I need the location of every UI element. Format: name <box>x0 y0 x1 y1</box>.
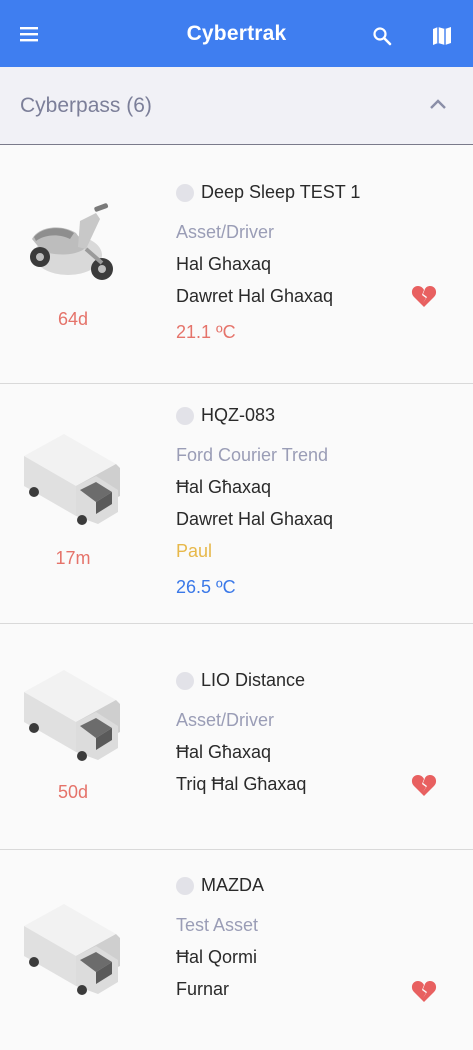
asset-name-row: HQZ-083 <box>176 405 275 426</box>
last-seen-age: 64d <box>57 309 89 329</box>
group-header-cyberpass[interactable]: Cyberpass (6) <box>0 67 473 145</box>
asset-locality: Ħal Għaxaq <box>176 477 272 497</box>
asset-name: HQZ-083 <box>201 405 276 425</box>
last-seen-age: 17m <box>55 548 91 568</box>
map-icon[interactable] <box>431 26 453 46</box>
group-label: Cyberpass (6) <box>20 94 152 117</box>
asset-street: Dawret Hal Ghaxaq <box>176 509 334 529</box>
status-dot <box>176 876 194 895</box>
asset-subtitle: Test Asset <box>176 915 259 935</box>
asset-name-row: MAZDA <box>176 875 264 896</box>
asset-subtitle: Ford Courier Trend <box>176 445 329 465</box>
asset-name: Deep Sleep TEST 1 <box>201 182 361 202</box>
truck-icon <box>24 434 120 525</box>
status-dot <box>176 671 194 690</box>
broken-heart-icon <box>411 775 437 796</box>
asset-name: LIO Distance <box>201 670 306 690</box>
truck-icon <box>24 904 120 995</box>
asset-temperature: 21.1 ºC <box>176 322 236 342</box>
list-item[interactable]: 64d Deep Sleep TEST 1 Asset/Driver Hal G… <box>0 145 473 384</box>
truck-icon <box>24 670 120 761</box>
chevron-up-icon[interactable] <box>428 97 448 111</box>
asset-driver: Paul <box>176 541 213 561</box>
list-item[interactable]: 17m HQZ-083 Ford Courier Trend Ħal Għaxa… <box>0 384 473 624</box>
asset-name: MAZDA <box>201 875 264 895</box>
asset-subtitle: Asset/Driver <box>176 222 275 242</box>
asset-locality: Ħal Għaxaq <box>176 742 272 762</box>
search-icon[interactable] <box>372 26 392 46</box>
last-seen-age: 50d <box>57 782 89 802</box>
asset-name-row: Deep Sleep TEST 1 <box>176 182 360 203</box>
asset-street: Triq Ħal Għaxaq <box>176 774 307 794</box>
broken-heart-icon <box>411 286 437 307</box>
list-item[interactable]: MAZDA Test Asset Ħal Qormi Furnar <box>0 850 473 1050</box>
asset-street: Dawret Hal Ghaxaq <box>176 286 334 306</box>
list-item[interactable]: 50d LIO Distance Asset/Driver Ħal Għaxaq… <box>0 624 473 850</box>
status-dot <box>176 406 194 425</box>
app-bar: Cybertrak <box>0 0 473 67</box>
scooter-icon <box>30 203 113 280</box>
asset-temperature: 26.5 ºC <box>176 577 236 597</box>
asset-locality: Ħal Qormi <box>176 947 258 967</box>
app-title: Cybertrak <box>186 22 287 45</box>
asset-subtitle: Asset/Driver <box>176 710 275 730</box>
asset-street: Furnar <box>176 979 230 999</box>
asset-locality: Hal Ghaxaq <box>176 254 272 274</box>
status-dot <box>176 183 194 202</box>
broken-heart-icon <box>411 981 437 1002</box>
asset-name-row: LIO Distance <box>176 670 305 691</box>
